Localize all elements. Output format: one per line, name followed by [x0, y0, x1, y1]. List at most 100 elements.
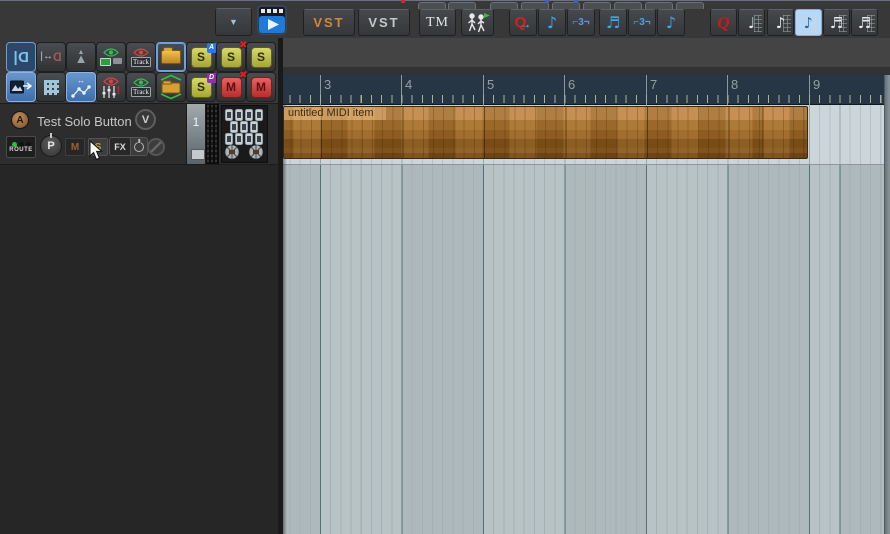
mute-icon: M [250, 76, 272, 98]
hide-mixer-track-button[interactable]: ! [96, 72, 126, 102]
grid-dots-icon [783, 15, 791, 32]
record-arm-button[interactable] [147, 138, 165, 156]
metronome-button[interactable]: ▲ ▲ [66, 42, 96, 72]
measure-number: 5 [487, 77, 495, 92]
mute-icon: M ✖ [220, 70, 248, 98]
top-toolbar-fragment-row [0, 0, 890, 9]
route-label: ROUTE [9, 147, 33, 153]
grid-sixteenth-button[interactable]: ♬ [851, 9, 878, 36]
folder-select-button[interactable] [156, 42, 186, 72]
note-eighth-button-2[interactable]: ♪ [657, 9, 685, 36]
show-track-button[interactable]: Track [126, 72, 156, 102]
eye-green-icon [103, 48, 119, 57]
track-meter [206, 104, 219, 164]
apply-render-button[interactable] [6, 72, 36, 102]
track-number-strip[interactable]: 1 [186, 104, 206, 164]
tm-button[interactable]: TM [419, 9, 456, 36]
quantize-enable-button[interactable]: Q [710, 9, 737, 36]
solo-icon: S D [190, 72, 217, 98]
folder-collapse-icon [160, 74, 182, 100]
mute-clear-button[interactable]: M ✖ [216, 70, 248, 102]
item-edge-left-button[interactable]: | D [6, 42, 36, 72]
solo-letter: S [94, 141, 102, 153]
measure-number: 6 [568, 77, 576, 92]
partial-button [552, 2, 580, 9]
red-marker [401, 0, 405, 3]
solo-track-button[interactable]: S [88, 138, 108, 156]
partial-button [448, 2, 476, 9]
volume-knob[interactable]: V [135, 109, 156, 130]
measure-number: 3 [324, 77, 332, 92]
grid-eighth-triplet-button[interactable]: ♪ [767, 9, 794, 36]
track-name[interactable]: Test Solo Button [37, 114, 132, 129]
solo-button[interactable]: S [246, 42, 276, 72]
left-panel-empty [0, 165, 278, 534]
eye-green-icon [133, 77, 149, 87]
microphone-array-icon [224, 108, 264, 160]
note-eighth-button[interactable]: ♪ [538, 9, 566, 36]
fx-button[interactable]: FX [110, 138, 130, 155]
fx-bypass-button[interactable] [130, 138, 147, 155]
mute-button[interactable]: M [246, 72, 276, 102]
hide-track-button[interactable]: Track [126, 42, 156, 72]
track-icon[interactable] [221, 105, 268, 163]
item-edge-right-button[interactable]: | ↔ D [36, 42, 66, 72]
note-sixteenth-button[interactable]: ♬ [599, 9, 627, 36]
route-button[interactable]: ROUTE [6, 136, 36, 158]
show-track-lanes-button[interactable] [96, 42, 126, 72]
vst-plugin-button-2[interactable]: VST [358, 9, 410, 36]
tuplet-icon: ⌐3¬ [572, 17, 590, 28]
partial-button [521, 2, 549, 9]
fx-button-group[interactable]: FX [109, 137, 148, 156]
midi-item[interactable]: untitled MIDI item [283, 106, 808, 159]
spire-icon: ▲ ▲ [74, 49, 88, 67]
grid-dots-icon [754, 15, 762, 32]
grid-dots-icon [811, 15, 819, 32]
film-play-icon [257, 5, 287, 35]
partial-button [676, 2, 704, 9]
grid-dots-icon [839, 15, 847, 32]
grid-quarter-button[interactable]: ♩ [738, 9, 765, 36]
exclamation-icon: ! [116, 85, 121, 97]
measure-number: 7 [650, 77, 658, 92]
grid-eighth-button-active[interactable]: ♪ [795, 9, 822, 36]
grid-toggle-button[interactable] [36, 72, 66, 102]
eighth-note-icon: ♪ [665, 13, 677, 32]
h-arrows-icon: ↔ [77, 75, 85, 85]
h-arrows-icon: ↔ [42, 51, 53, 62]
blue-marker [545, 0, 549, 3]
solo-clear-button[interactable]: S ✖ [216, 40, 248, 72]
triplet-button-1[interactable]: ⌐3¬ [567, 9, 595, 36]
video-window-button[interactable] [257, 5, 287, 35]
partial-button [418, 2, 446, 9]
solo-add-button[interactable]: S A [186, 42, 217, 72]
solo-defeat-button[interactable]: S D [186, 72, 217, 102]
vst-label: VST [368, 15, 400, 30]
chevron-down-icon: ▼ [229, 17, 238, 27]
vst-plugin-button-1[interactable]: VST [303, 9, 355, 36]
solo-icon: S ✖ [220, 40, 248, 68]
ruler-ticks [283, 95, 884, 103]
partial-button [645, 2, 673, 9]
envelope-edit-button[interactable]: ↔ [66, 72, 96, 102]
quantize-settings-button[interactable]: Q → [509, 9, 537, 36]
vertical-scrollbar[interactable] [884, 75, 890, 534]
mirrored-d-icon: D [52, 50, 62, 64]
arrange-background[interactable] [283, 164, 884, 534]
eye-red-icon [133, 47, 149, 57]
track-auto-badge[interactable]: A [11, 111, 29, 129]
track-grip[interactable] [191, 149, 205, 160]
badge-letter: A [16, 114, 24, 126]
measure-number: 8 [731, 77, 739, 92]
mute-track-button[interactable]: M [65, 138, 85, 156]
folder-collapse-button[interactable] [156, 72, 186, 102]
grid-sixteenth-triplet-button[interactable]: ♬ [823, 9, 850, 36]
pan-letter: P [47, 140, 55, 152]
pan-knob[interactable]: P [40, 135, 62, 157]
envelope-nodes-icon [71, 84, 91, 98]
triplet-button-2[interactable]: ⌐3¬ [628, 9, 656, 36]
timeline-ruler[interactable]: 3 4 5 6 7 8 9 [283, 75, 884, 105]
grid-dots-icon [867, 15, 875, 32]
toolbar-dropdown-button[interactable]: ▼ [215, 8, 252, 36]
humanize-button[interactable] [461, 9, 494, 36]
